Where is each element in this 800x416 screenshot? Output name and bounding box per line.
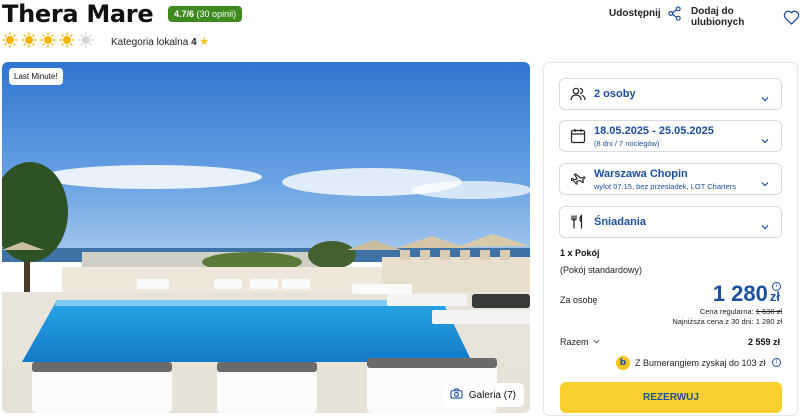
favorite-label: Dodaj do ulubionych [691, 6, 745, 28]
guests-value: 2 osoby [594, 88, 636, 100]
chevron-down-icon [593, 337, 600, 347]
room-title: 1 x Pokój [560, 248, 600, 258]
dates-sub: (8 dni / 7 noclegów) [594, 139, 660, 148]
hotel-title: Thera Mare [2, 0, 154, 28]
regular-price-value: 1 630 zł [755, 307, 782, 316]
lowest-price-30-days: Najniższa cena z 30 dni: 1 280 zł [672, 317, 782, 326]
sun-icon [2, 32, 18, 48]
sun-empty-icon [78, 32, 94, 48]
share-icon [667, 6, 682, 21]
people-icon [570, 86, 586, 102]
total-label: Razem [560, 337, 589, 347]
price-value: 1 280 [712, 281, 768, 306]
regular-price-label: Cena regularna: [699, 307, 754, 316]
pool-photo-image [2, 62, 530, 413]
calendar-icon [570, 128, 586, 144]
room-type: (Pokój standardowy) [560, 265, 643, 275]
guests-selector[interactable]: 2 osoby [559, 78, 782, 110]
total-toggle[interactable]: Razem [560, 337, 600, 347]
info-icon[interactable]: i [772, 358, 781, 367]
share-label: Udostępnij [609, 8, 661, 19]
gallery-button[interactable]: Galeria (7) [441, 383, 524, 407]
sun-icon [21, 32, 37, 48]
dates-selector[interactable]: 18.05.2025 - 25.05.2025 (8 dni / 7 nocle… [559, 120, 782, 152]
regular-price: Cena regularna: 1 630 zł [700, 307, 782, 316]
chevron-down-icon [761, 218, 769, 230]
total-value: 2 559 zł [747, 337, 780, 347]
plane-icon [570, 171, 586, 187]
dates-value: 18.05.2025 - 25.05.2025 [594, 125, 714, 137]
last-minute-badge: Last Minute! [9, 68, 63, 85]
chevron-down-icon [761, 175, 769, 187]
category-label: Kategoria lokalna [111, 37, 189, 48]
favorite-button[interactable]: Dodaj do ulubionych [691, 6, 800, 28]
hotel-photo[interactable]: Last Minute! Galeria (7) [2, 62, 530, 413]
reserve-button[interactable]: REZERWUJ [560, 382, 782, 413]
board-selector[interactable]: Śniadania [559, 206, 782, 238]
price-per-person: 1 280 zł [713, 281, 780, 307]
departure-value: Warszawa Chopin [594, 168, 688, 180]
info-icon[interactable]: i [772, 282, 781, 291]
category-star-icon: ★ [199, 36, 210, 48]
sun-icon [40, 32, 56, 48]
local-category: Kategoria lokalna 4 ★ [111, 35, 209, 48]
rating-count: (30 opinii) [196, 9, 237, 19]
per-person-label: Za osobę [560, 295, 598, 305]
gallery-label: Galeria (7) [468, 389, 516, 401]
cutlery-icon [570, 214, 586, 230]
rating-score: 4.7/6 [174, 9, 195, 19]
price-currency: zł [769, 289, 780, 304]
bumerang-logo-icon: b [616, 356, 630, 370]
rating-badge[interactable]: 4.7/6 (30 opinii) [168, 6, 243, 22]
camera-icon [450, 388, 463, 402]
chevron-down-icon [761, 90, 769, 102]
sun-icon [59, 32, 75, 48]
bumerang-info: b Z Bumerangiem zyskaj do 103 zł [616, 356, 766, 370]
sun-rating [2, 32, 94, 48]
departure-selector[interactable]: Warszawa Chopin wylot 07:15, bez przesia… [559, 163, 782, 195]
category-value: 4 [191, 37, 197, 48]
board-value: Śniadania [594, 216, 646, 228]
chevron-down-icon [761, 132, 769, 144]
bumerang-text: Z Bumerangiem zyskaj do 103 zł [635, 358, 766, 368]
departure-sub: wylot 07:15, bez przesiadek, LOT Charter… [594, 182, 737, 191]
share-button[interactable]: Udostępnij [609, 6, 682, 21]
heart-icon [783, 10, 800, 25]
